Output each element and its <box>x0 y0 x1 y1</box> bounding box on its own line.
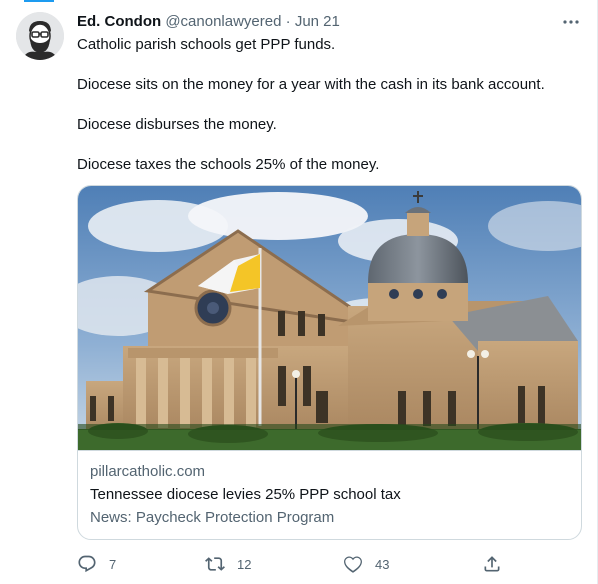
avatar[interactable] <box>16 12 64 60</box>
card-title[interactable]: Tennessee diocese levies 25% PPP school … <box>90 485 401 505</box>
reply-count: 7 <box>109 556 117 572</box>
tweet-paragraph: Diocese sits on the money for a year wit… <box>77 76 545 93</box>
more-dots-icon[interactable] <box>561 12 581 32</box>
tweet-paragraph: Diocese taxes the schools 25% of the mon… <box>77 156 380 173</box>
card-meta: pillarcatholic.com Tennessee diocese lev… <box>90 462 401 528</box>
card-domain: pillarcatholic.com <box>90 463 206 480</box>
tweet-paragraph: Catholic parish schools get PPP funds. <box>77 36 336 53</box>
tweet[interactable]: Ed. Condon @canonlawyered · Jun 21 Catho… <box>0 0 598 584</box>
card-image[interactable] <box>78 186 581 451</box>
tweet-date[interactable]: Jun 21 <box>295 13 340 30</box>
separator-dot: · <box>285 13 291 30</box>
tweet-text: Catholic parish schools get PPP funds. D… <box>77 35 582 175</box>
author-name[interactable]: Ed. Condon <box>77 13 161 30</box>
heart-icon <box>343 554 363 574</box>
card-description: News: Paycheck Protection Program <box>90 509 335 526</box>
retweet-icon <box>205 554 225 574</box>
link-card[interactable]: pillarcatholic.com Tennessee diocese lev… <box>77 185 582 540</box>
active-tab-indicator <box>24 0 54 2</box>
reply-icon <box>77 554 97 574</box>
tweet-paragraph: Diocese disburses the money. <box>77 116 277 133</box>
share-icon <box>482 554 502 574</box>
reply-button[interactable]: 7 <box>77 552 116 576</box>
like-count: 43 <box>375 556 390 572</box>
share-button[interactable] <box>482 552 502 576</box>
like-button[interactable]: 43 <box>343 552 389 576</box>
retweet-button[interactable]: 12 <box>205 552 251 576</box>
action-bar: 7 12 43 <box>77 552 507 576</box>
tweet-header: Ed. Condon @canonlawyered · Jun 21 <box>77 12 340 32</box>
retweet-count: 12 <box>237 556 252 572</box>
author-handle[interactable]: @canonlawyered <box>165 13 281 30</box>
